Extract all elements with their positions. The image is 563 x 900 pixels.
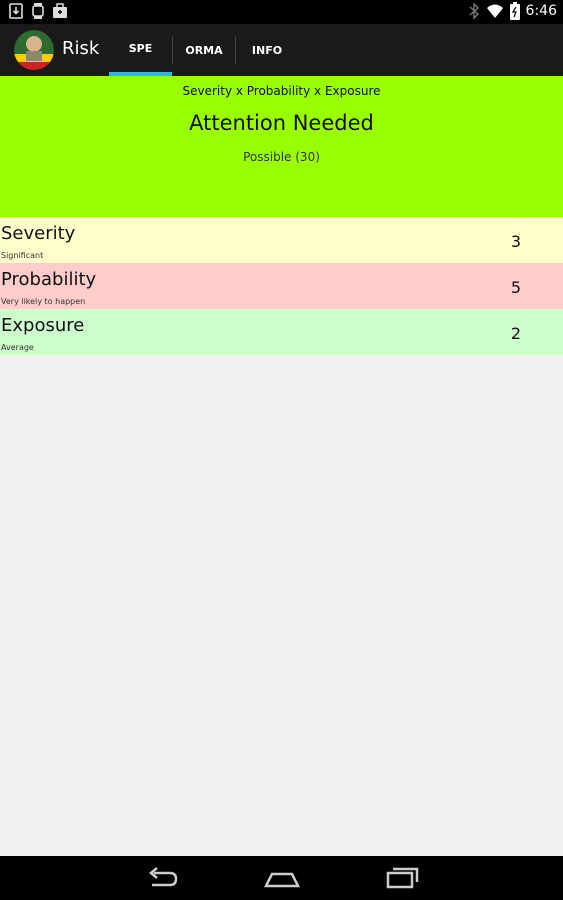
system-icons: 6:46 xyxy=(468,2,557,20)
exposure-label: Exposure xyxy=(1,315,85,336)
severity-row[interactable]: Severity Significant 3 xyxy=(0,217,563,263)
screen: 6:46 Risk SPE ORMA INFO Severity x Proba… xyxy=(0,0,563,900)
severity-value: 3 xyxy=(510,232,521,251)
severity-description: Significant xyxy=(1,251,44,260)
risk-status: Attention Needed xyxy=(189,111,374,135)
app-logo-icon[interactable] xyxy=(14,30,54,70)
recent-apps-icon[interactable] xyxy=(383,864,423,892)
status-bar: 6:46 xyxy=(0,0,563,24)
tab-label: SPE xyxy=(128,41,153,55)
tab-label: INFO xyxy=(251,43,283,57)
bag-icon xyxy=(53,3,67,18)
home-icon[interactable] xyxy=(262,864,302,892)
severity-label: Severity xyxy=(1,223,76,244)
download-icon xyxy=(9,3,23,19)
navigation-bar xyxy=(0,856,563,900)
app-title: Risk xyxy=(62,38,100,59)
bluetooth-icon xyxy=(469,2,479,20)
exposure-description: Average xyxy=(1,343,34,352)
clock: 6:46 xyxy=(525,3,557,19)
probability-row[interactable]: Probability Very likely to happen 5 xyxy=(0,263,563,309)
wifi-icon xyxy=(486,4,503,18)
watch-icon xyxy=(32,3,44,19)
tab-orma[interactable]: ORMA xyxy=(173,24,235,76)
exposure-value: 2 xyxy=(510,324,521,343)
back-icon[interactable] xyxy=(142,864,182,892)
notification-icons xyxy=(8,3,68,19)
risk-score: Possible (30) xyxy=(243,150,320,164)
formula-text: Severity x Probability x Exposure xyxy=(182,84,381,98)
tab-info[interactable]: INFO xyxy=(236,24,298,76)
probability-description: Very likely to happen xyxy=(1,297,86,306)
tab-spe[interactable]: SPE xyxy=(109,24,172,76)
exposure-row[interactable]: Exposure Average 2 xyxy=(0,309,563,355)
tab-label: ORMA xyxy=(185,43,223,57)
battery-icon xyxy=(509,2,520,20)
action-bar: Risk SPE ORMA INFO xyxy=(0,24,563,76)
probability-label: Probability xyxy=(1,269,97,290)
risk-summary-panel: Severity x Probability x Exposure Attent… xyxy=(0,76,563,217)
probability-value: 5 xyxy=(510,278,521,297)
